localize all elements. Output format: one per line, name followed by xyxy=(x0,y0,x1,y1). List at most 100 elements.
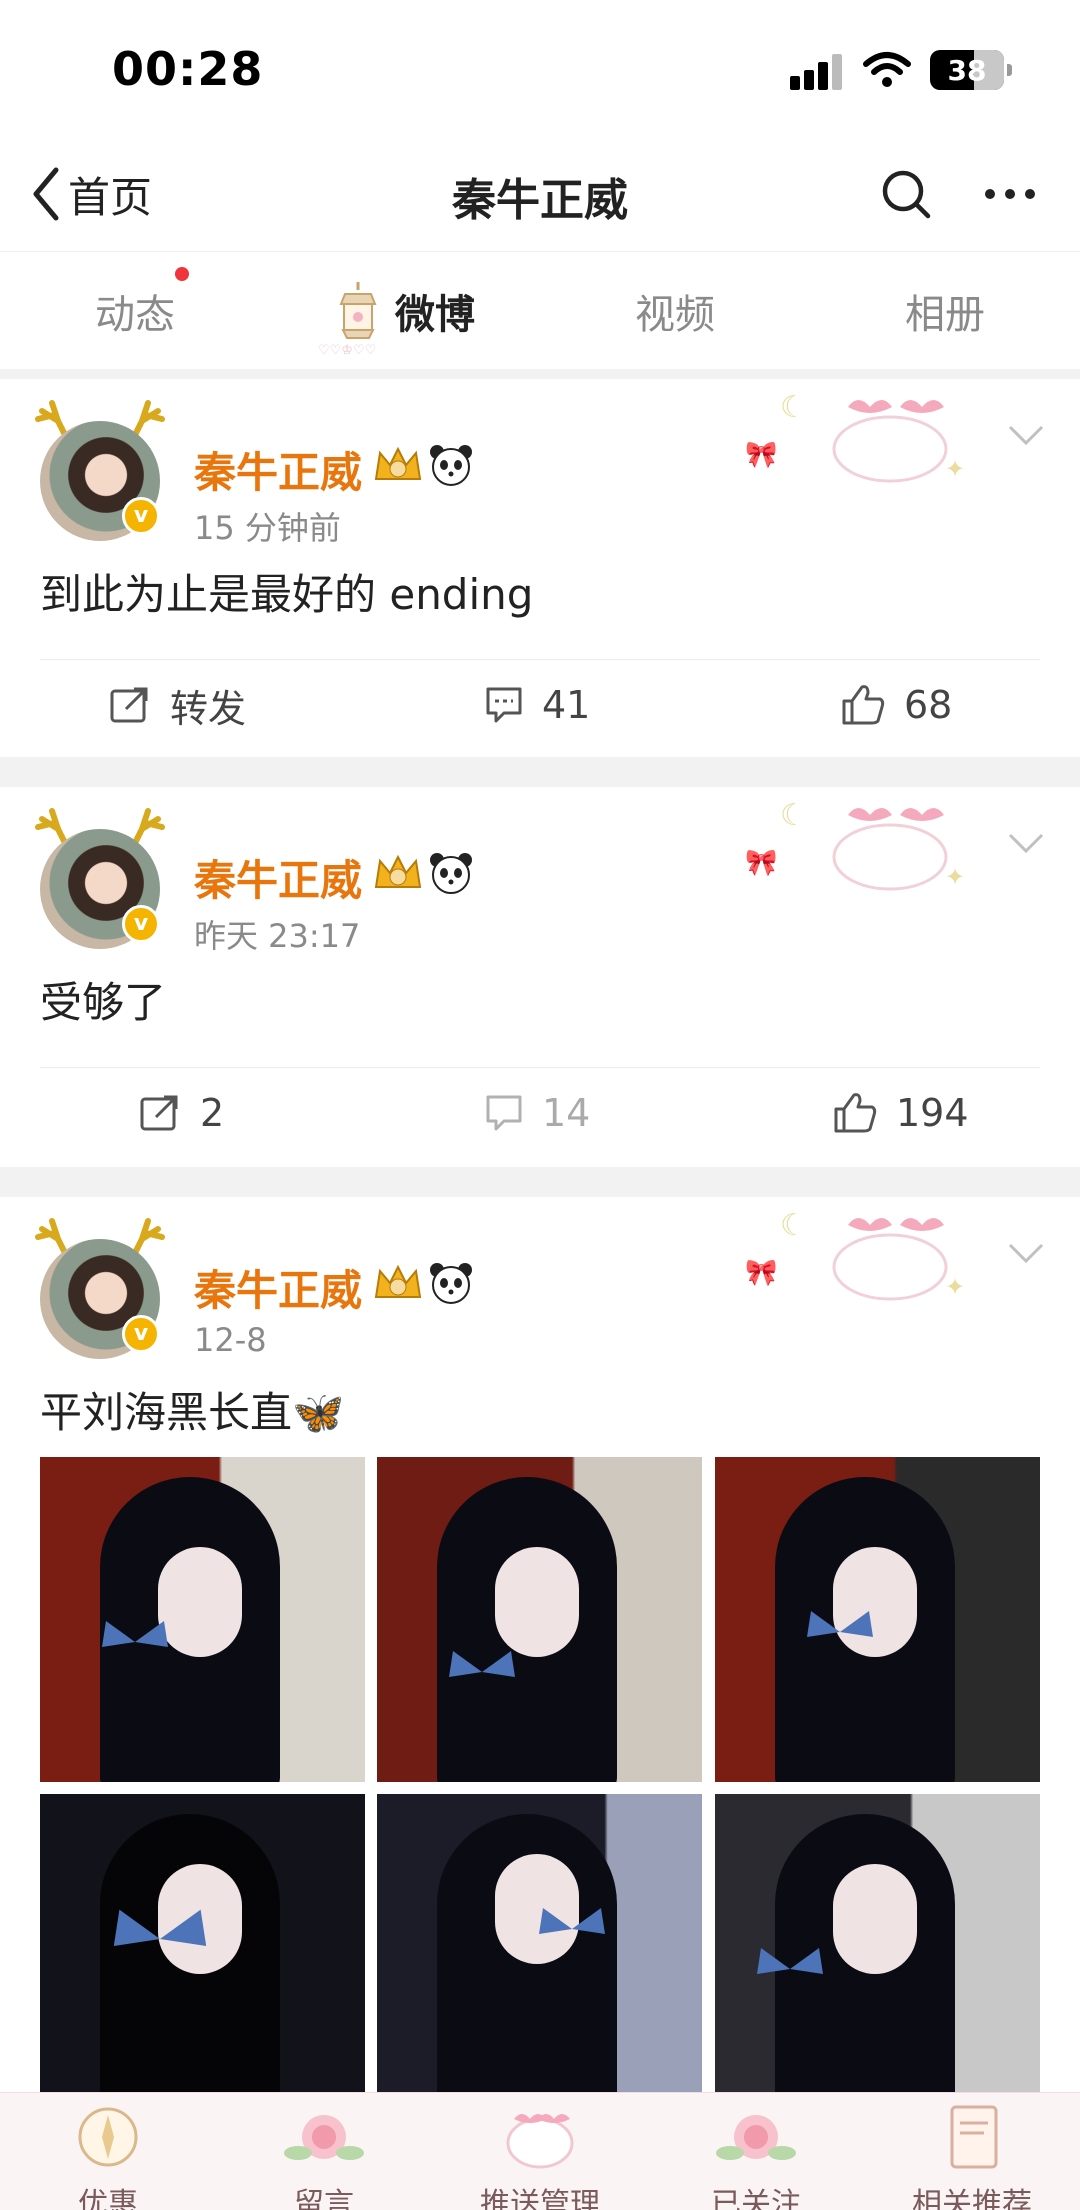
post-text: 受够了 xyxy=(40,978,167,1027)
lantern-icon xyxy=(339,282,377,339)
chevron-down-icon[interactable] xyxy=(1006,1241,1046,1265)
panda-icon xyxy=(430,1263,472,1304)
crown-icon xyxy=(374,1264,422,1298)
section-gap xyxy=(0,369,1080,379)
profile-tabs: 动态 微博 ♡♡♔♡♡ 视频 相册 xyxy=(0,253,1080,369)
avatar[interactable]: v xyxy=(32,805,168,949)
rose-icon xyxy=(284,2115,364,2160)
battery-level: 38 xyxy=(947,54,987,87)
nav-bar: 首页 秦牛正威 xyxy=(0,140,1080,252)
section-gap xyxy=(0,757,1080,787)
notification-dot xyxy=(175,267,189,281)
tab-dynamics[interactable]: 动态 xyxy=(0,253,270,369)
post-card[interactable]: v 秦牛正威 昨天 23:17 ☾ 🎀 ✦ 受够了 2 14 194 xyxy=(0,787,1080,1167)
verified-badge-icon: v xyxy=(122,1315,160,1353)
repost-label: 转发 xyxy=(170,686,247,731)
svg-text:🎀: 🎀 xyxy=(745,1258,777,1288)
svg-text:✦: ✦ xyxy=(945,1273,965,1301)
username[interactable]: 秦牛正威 xyxy=(194,439,362,500)
svg-text:🎀: 🎀 xyxy=(745,848,777,878)
post-card[interactable]: v 秦牛正威 12-8 ☾ 🎀 ✦ 平刘海黑长直🦋 xyxy=(0,1197,1080,2094)
thumbs-up-icon xyxy=(834,1093,877,1133)
bottom-bar: 优惠 留言 推送管理 已关注 相关推荐 xyxy=(0,2092,1080,2210)
like-button[interactable]: 194 xyxy=(832,1083,969,1143)
chevron-down-icon[interactable] xyxy=(1006,423,1046,447)
search-icon[interactable] xyxy=(880,168,932,220)
svg-text:☾: ☾ xyxy=(780,1208,807,1243)
tab-album[interactable]: 相册 xyxy=(810,253,1080,369)
back-button[interactable]: 首页 xyxy=(30,164,152,224)
bottom-label: 已关注 xyxy=(711,2187,801,2210)
more-icon[interactable] xyxy=(984,174,1036,214)
bottom-item-push[interactable]: 推送管理 xyxy=(432,2093,648,2210)
bottom-item-discount[interactable]: 优惠 xyxy=(0,2093,216,2210)
photo-thumbnail[interactable] xyxy=(40,1794,365,2094)
repost-count: 2 xyxy=(200,1091,225,1135)
bottom-label: 优惠 xyxy=(78,2187,138,2210)
divider xyxy=(40,659,1040,660)
post-time: 昨天 23:17 xyxy=(194,917,361,955)
panda-icon xyxy=(430,445,472,486)
tab-label: 微博 xyxy=(395,292,475,338)
rose-icon xyxy=(716,2115,796,2160)
crown-icon xyxy=(374,446,422,480)
thumbs-up-icon xyxy=(842,685,885,725)
photo-thumbnail[interactable] xyxy=(40,1457,365,1782)
tab-label: 动态 xyxy=(95,292,175,338)
post-card[interactable]: v 秦牛正威 15 分钟前 ☾ 🎀 ✦ 到此为止是最好的 ending 转发 4… xyxy=(0,379,1080,757)
wifi-icon xyxy=(863,52,911,87)
svg-text:🎀: 🎀 xyxy=(745,440,777,470)
verified-badge-icon: v xyxy=(122,497,160,535)
comment-icon xyxy=(486,1095,522,1131)
post-time: 15 分钟前 xyxy=(194,509,341,547)
comment-count: 41 xyxy=(542,683,591,727)
comment-button[interactable]: 14 xyxy=(484,1083,590,1143)
page-title: 秦牛正威 xyxy=(452,175,628,226)
section-gap xyxy=(0,1167,1080,1197)
kitten-icon xyxy=(506,2114,574,2169)
tab-video[interactable]: 视频 xyxy=(540,253,810,369)
bottom-label: 留言 xyxy=(294,2187,354,2210)
username[interactable]: 秦牛正威 xyxy=(194,1257,362,1318)
comment-count: 14 xyxy=(542,1091,591,1135)
repost-button[interactable]: 2 xyxy=(138,1083,224,1143)
like-count: 68 xyxy=(904,683,953,727)
back-label: 首页 xyxy=(68,172,153,222)
svg-text:☾: ☾ xyxy=(780,390,807,425)
post-time: 12-8 xyxy=(194,1321,267,1359)
svg-text:☾: ☾ xyxy=(780,798,807,833)
crown-icon xyxy=(374,854,422,888)
repost-button[interactable]: 转发 xyxy=(108,675,246,735)
like-button[interactable]: 68 xyxy=(840,675,952,735)
status-bar: 00:28 38 xyxy=(0,0,1080,140)
kitten-sticker: ☾ 🎀 ✦ xyxy=(745,390,965,483)
bottom-item-message[interactable]: 留言 xyxy=(216,2093,432,2210)
avatar[interactable]: v xyxy=(32,1215,168,1359)
bottom-label: 相关推荐 xyxy=(912,2187,1032,2210)
panda-icon xyxy=(430,853,472,894)
bottom-label: 推送管理 xyxy=(480,2187,600,2210)
photo-thumbnail[interactable] xyxy=(377,1794,702,2094)
bottom-item-following[interactable]: 已关注 xyxy=(648,2093,864,2210)
kitten-sticker: ☾ 🎀 ✦ xyxy=(745,1208,965,1301)
compass-icon xyxy=(78,2107,138,2167)
username[interactable]: 秦牛正威 xyxy=(194,847,362,908)
photo-thumbnail[interactable] xyxy=(715,1457,1040,1782)
avatar[interactable]: v xyxy=(32,397,168,541)
photo-thumbnail[interactable] xyxy=(715,1794,1040,2094)
bottom-item-recommend[interactable]: 相关推荐 xyxy=(864,2093,1080,2210)
divider xyxy=(40,1067,1040,1068)
chevron-down-icon[interactable] xyxy=(1006,831,1046,855)
repost-icon xyxy=(110,687,148,723)
book-icon xyxy=(950,2105,998,2169)
chevron-left-icon xyxy=(33,167,59,221)
battery-icon: 38 xyxy=(930,50,1012,90)
photo-thumbnail[interactable] xyxy=(377,1457,702,1782)
signal-icon xyxy=(790,54,848,90)
verified-badge-icon: v xyxy=(122,905,160,943)
svg-text:✦: ✦ xyxy=(945,455,965,483)
repost-icon xyxy=(140,1095,178,1131)
comment-button[interactable]: 41 xyxy=(484,675,590,735)
comment-icon xyxy=(486,687,522,723)
hearts-decoration: ♡♡♔♡♡ xyxy=(318,343,376,357)
